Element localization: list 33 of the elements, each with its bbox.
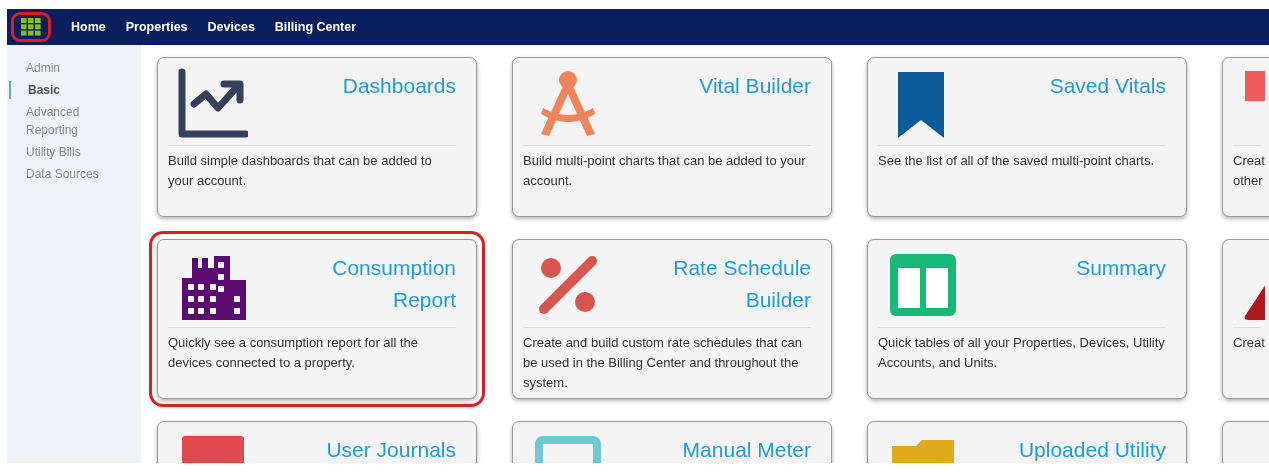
nav-link[interactable]: Home (71, 20, 106, 34)
card-description: Create and build custom rate schedules that can be used in the Billing Center and throughout the system. (522, 334, 803, 392)
nav-link[interactable]: Properties (125, 20, 188, 34)
app-menu-button[interactable] (11, 12, 51, 42)
tool-card[interactable]: Dashboards Build simple dashboards that can be added to your account. (157, 57, 477, 217)
card-description: Creat (1232, 334, 1266, 352)
card-description: Quickly see a consumption report for all the devices connected to a property. (167, 334, 419, 372)
sidebar-item[interactable]: Basic (9, 81, 118, 99)
tool-card[interactable]: Saved Vitals See the list of all of the saved multi-point charts. (867, 57, 1187, 217)
tool-card[interactable]: Rate Schedule Builder Create and build custom rate schedules that can be used in the Billing Center and throughout the system. (512, 239, 832, 399)
card-title: Rate Schedule Builder (672, 255, 811, 313)
card-title: User Journals (325, 437, 456, 463)
tool-card[interactable]: Creat other (1222, 57, 1269, 217)
nav-link[interactable]: Devices (207, 20, 255, 34)
card-title: Saved Vitals (1048, 73, 1166, 99)
tool-card[interactable]: Summary Quick tables of all your Properties, Devices, Utility Accounts, and Units. (867, 239, 1187, 399)
card-title: Summary (1075, 255, 1166, 281)
tool-card[interactable]: Creat (1222, 239, 1269, 399)
card-description: Build multi-point charts that can be added to your account. (522, 152, 807, 190)
card-description: See the list of all of the saved multi-point charts. (877, 152, 1156, 170)
grid-icon (21, 18, 41, 36)
card-description: Build simple dashboards that can be added to your account. (167, 152, 433, 190)
card-title: Uploaded Utility (1017, 437, 1166, 463)
line-chart-icon (178, 68, 248, 140)
card-title: Consumption Report (331, 255, 456, 313)
card-title: Dashboards (341, 73, 456, 99)
card-description: Creat other (1232, 152, 1266, 190)
card-title: Manual Meter (681, 437, 811, 463)
nav-link[interactable]: Billing Center (274, 20, 357, 34)
tool-card[interactable]: Vital Builder Build multi-point charts that can be added to your account. (512, 57, 832, 217)
tool-card[interactable]: Consumption Report Quickly see a consumption report for all the devices connected to a property. (157, 239, 477, 399)
card-title: Vital Builder (698, 73, 811, 99)
card-description: Quick tables of all your Properties, Devices, Utility Accounts, and Units. (877, 334, 1166, 372)
